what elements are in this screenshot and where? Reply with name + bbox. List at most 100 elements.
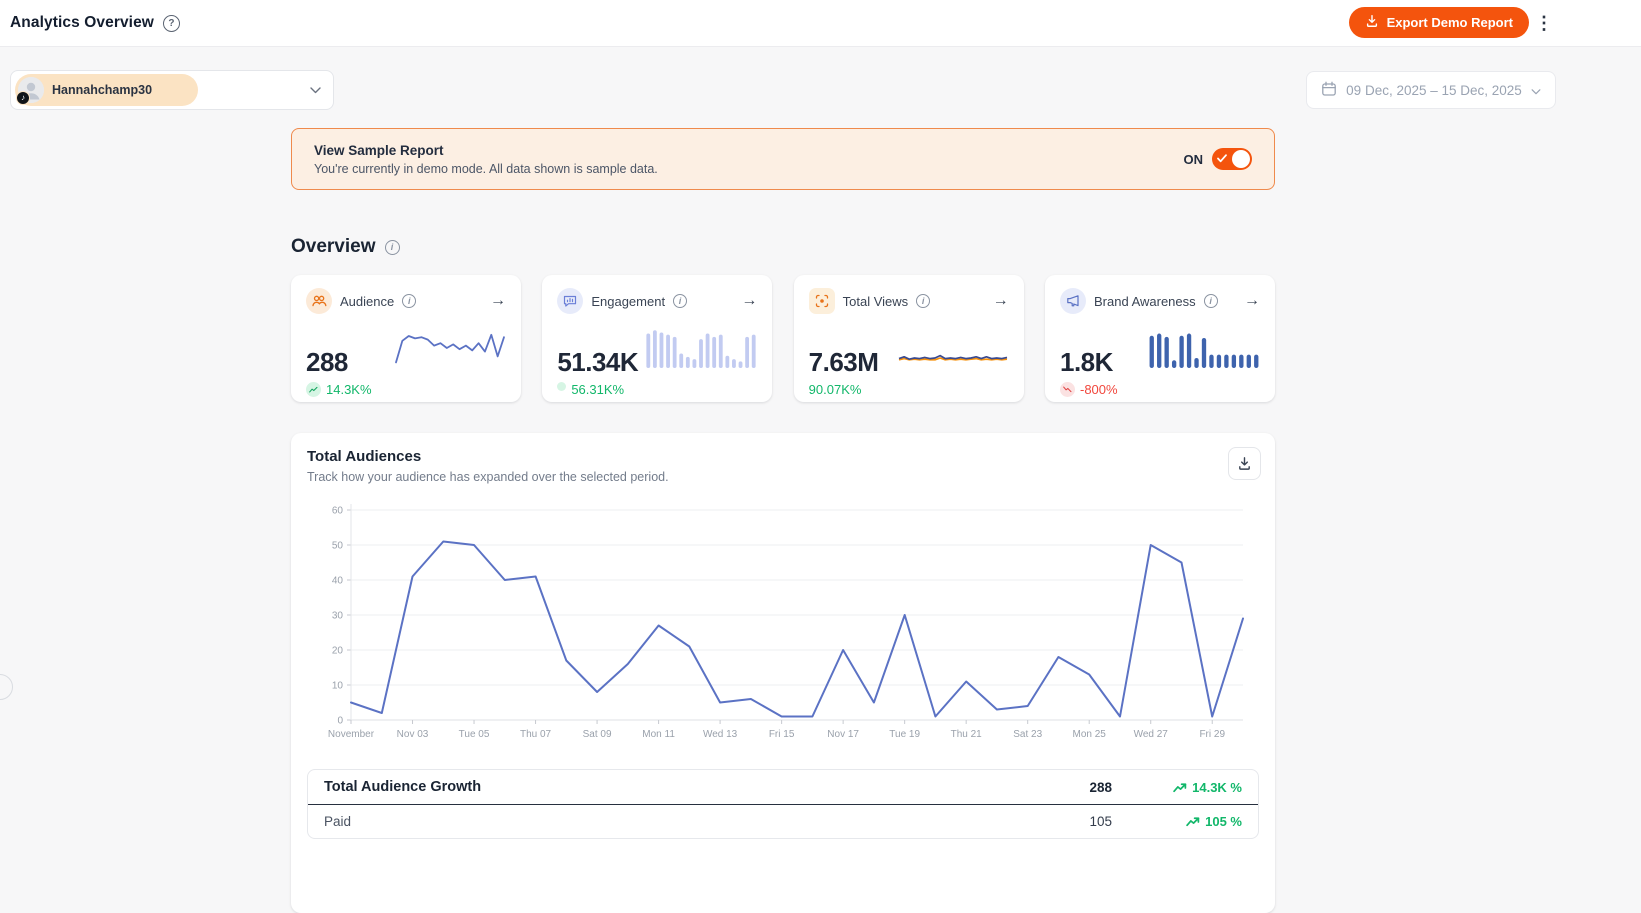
svg-text:40: 40 [332, 576, 344, 587]
row-value: 288 [1089, 779, 1112, 795]
total-audiences-card: Total Audiences Track how your audience … [291, 433, 1275, 913]
avatar: ♪ [16, 77, 44, 105]
svg-text:20: 20 [332, 646, 344, 657]
card-label: Brand Awareness [1093, 293, 1196, 309]
engagement-sparkline [645, 324, 757, 375]
kpi-cards-row: Audience i → 288 14.3K% Engagement i → 5… [291, 275, 1275, 402]
calendar-icon [1321, 81, 1337, 100]
export-demo-report-button[interactable]: Export Demo Report [1348, 7, 1529, 38]
help-icon[interactable]: ? [162, 14, 180, 32]
info-icon[interactable]: i [402, 294, 417, 308]
drawer-handle[interactable] [0, 674, 13, 700]
audience-growth-table: Total Audience Growth 288 14.3K % Paid 1… [307, 769, 1259, 839]
svg-text:Nov 03: Nov 03 [397, 729, 429, 740]
svg-text:Nov 17: Nov 17 [827, 729, 859, 740]
total-views-sparkline [897, 324, 1009, 375]
svg-text:60: 60 [332, 506, 344, 517]
trend-up-icon [1186, 817, 1200, 827]
total-views-card: Total Views i → 7.63M 90.07K% [793, 275, 1024, 402]
chart-download-button[interactable] [1228, 447, 1261, 480]
kebab-menu-icon[interactable]: ⋮ [1535, 11, 1553, 35]
card-label: Audience [340, 293, 395, 309]
svg-text:Sat 09: Sat 09 [583, 729, 612, 740]
scan-icon [808, 288, 835, 314]
trend-down-icon [1059, 382, 1075, 397]
svg-text:Wed 27: Wed 27 [1134, 729, 1169, 740]
download-icon [1239, 457, 1250, 470]
tiktok-badge-icon: ♪ [16, 91, 30, 105]
svg-text:30: 30 [332, 611, 344, 622]
arrow-right-icon[interactable]: → [993, 293, 1009, 309]
row-change: 14.3K % [1192, 779, 1242, 795]
card-value: 288 [306, 347, 348, 377]
info-icon[interactable]: i [1203, 294, 1218, 308]
megaphone-icon [1059, 288, 1086, 314]
svg-text:Mon 11: Mon 11 [642, 729, 675, 740]
audience-card: Audience i → 288 14.3K% [291, 275, 521, 402]
svg-text:0: 0 [337, 716, 343, 727]
account-select[interactable]: ♪ Hannahchamp30 [10, 70, 334, 110]
audience-sparkline [394, 324, 506, 375]
svg-text:November: November [328, 729, 375, 740]
overview-title: Overview [291, 236, 376, 257]
brand-awareness-sparkline [1148, 324, 1260, 375]
card-label: Engagement [591, 293, 666, 309]
card-change: 90.07K% [808, 382, 862, 397]
card-change: 14.3K% [326, 382, 372, 397]
card-value: 7.63M [808, 347, 879, 377]
banner-text: View Sample Report You're currently in d… [314, 143, 658, 176]
svg-text:Fri 15: Fri 15 [769, 729, 795, 740]
svg-text:Thu 21: Thu 21 [951, 729, 983, 740]
page-title: Analytics Overview [10, 14, 154, 31]
table-row: Total Audience Growth 288 14.3K % [308, 770, 1258, 805]
table-row: Paid 105 105 % [308, 805, 1258, 838]
info-icon[interactable]: i [384, 239, 400, 255]
chart-subtitle: Track how your audience has expanded ove… [307, 470, 669, 484]
date-range-value: 09 Dec, 2025 – 15 Dec, 2025 [1346, 82, 1522, 98]
banner-subtitle: You're currently in demo mode. All data … [314, 161, 658, 176]
svg-text:10: 10 [332, 681, 344, 692]
demo-mode-toggle[interactable] [1212, 148, 1252, 170]
account-chip: ♪ Hannahchamp30 [15, 74, 199, 106]
card-change: -800% [1079, 382, 1118, 397]
export-button-label: Export Demo Report [1386, 15, 1513, 30]
chat-icon [557, 288, 584, 314]
svg-text:Tue 19: Tue 19 [889, 729, 920, 740]
banner-title: View Sample Report [314, 142, 444, 158]
check-icon [1217, 154, 1227, 163]
info-icon[interactable]: i [673, 294, 688, 308]
svg-text:Mon 25: Mon 25 [1073, 729, 1107, 740]
chart-title: Total Audiences [307, 448, 422, 465]
trend-up-icon [557, 382, 567, 391]
card-change: 56.31K% [571, 382, 625, 397]
row-change: 105 % [1205, 814, 1242, 829]
account-name: Hannahchamp30 [52, 83, 153, 97]
download-icon [1365, 14, 1379, 31]
people-icon [306, 288, 332, 314]
arrow-right-icon[interactable]: → [741, 293, 757, 309]
card-value: 1.8K [1059, 347, 1113, 377]
engagement-card: Engagement i → 51.34K 56.31K% [542, 275, 773, 402]
svg-text:Tue 05: Tue 05 [459, 729, 490, 740]
card-value: 51.34K [557, 347, 639, 377]
arrow-right-icon[interactable]: → [1244, 293, 1260, 309]
trend-up-icon [1173, 782, 1187, 792]
audience-line-chart: 0 10 20 30 40 50 60 November Nov 03 Tue 05 Thu 07 S… [307, 496, 1259, 763]
svg-text:50: 50 [332, 541, 344, 552]
svg-text:Wed 13: Wed 13 [703, 729, 738, 740]
svg-text:Fri 29: Fri 29 [1199, 729, 1225, 740]
chevron-down-icon [310, 81, 321, 99]
toggle-knob [1232, 150, 1250, 168]
date-range-picker[interactable]: 09 Dec, 2025 – 15 Dec, 2025 [1306, 71, 1556, 109]
arrow-right-icon[interactable]: → [490, 293, 506, 309]
row-label: Total Audience Growth [324, 779, 482, 795]
svg-text:Sat 23: Sat 23 [1013, 729, 1042, 740]
trend-up-icon [306, 382, 321, 397]
info-icon[interactable]: i [916, 294, 931, 308]
row-label: Paid [324, 814, 352, 829]
sample-report-banner: View Sample Report You're currently in d… [291, 128, 1275, 190]
chevron-down-icon [1531, 83, 1541, 98]
card-label: Total Views [842, 293, 909, 309]
toggle-state-label: ON [1183, 151, 1204, 167]
row-value: 105 [1089, 814, 1112, 829]
